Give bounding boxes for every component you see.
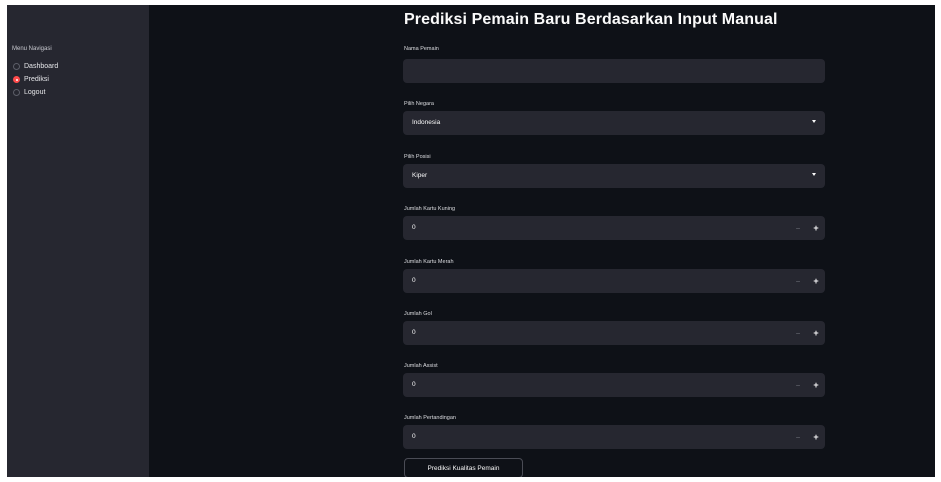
increment-button[interactable]: +	[807, 321, 825, 345]
increment-button[interactable]: +	[807, 216, 825, 240]
decrement-button[interactable]: −	[789, 321, 807, 345]
negara-select-value: Indonesia	[412, 119, 441, 126]
gol-value[interactable]: 0	[412, 329, 416, 336]
app-window: Menu Navigasi Dashboard Prediksi Logout …	[7, 5, 935, 477]
pertandingan-number-input[interactable]: 0 − +	[403, 425, 825, 449]
gol-label: Jumlah Gol	[404, 311, 432, 317]
nama-pemain-label: Nama Pemain	[404, 46, 439, 52]
gol-number-input[interactable]: 0 − +	[403, 321, 825, 345]
pertandingan-label: Jumlah Pertandingan	[404, 415, 456, 421]
decrement-button[interactable]: −	[789, 216, 807, 240]
increment-button[interactable]: +	[807, 425, 825, 449]
decrement-button[interactable]: −	[789, 425, 807, 449]
kartu-kuning-value[interactable]: 0	[412, 224, 416, 231]
sidebar-item-label: Dashboard	[24, 63, 59, 70]
sidebar-item-label: Prediksi	[24, 76, 49, 83]
radio-unchecked-icon[interactable]	[13, 89, 20, 96]
main-content: Prediksi Pemain Baru Berdasarkan Input M…	[401, 5, 826, 477]
kartu-merah-label: Jumlah Kartu Merah	[404, 259, 454, 265]
increment-button[interactable]: +	[807, 373, 825, 397]
sidebar-item-prediksi[interactable]: Prediksi	[13, 73, 58, 86]
posisi-select-value: Kiper	[412, 172, 428, 179]
kartu-merah-number-input[interactable]: 0 − +	[403, 269, 825, 293]
radio-checked-icon[interactable]	[13, 76, 20, 83]
nama-pemain-input[interactable]	[403, 59, 825, 83]
kartu-kuning-number-input[interactable]: 0 − +	[403, 216, 825, 240]
posisi-label: Pilih Posisi	[404, 154, 431, 160]
navigation-radio-group: Dashboard Prediksi Logout	[13, 60, 58, 99]
radio-unchecked-icon[interactable]	[13, 63, 20, 70]
chevron-down-icon	[812, 120, 816, 123]
sidebar: Menu Navigasi Dashboard Prediksi Logout	[7, 5, 149, 477]
posisi-select[interactable]: Kiper	[403, 164, 825, 188]
page-title: Prediksi Pemain Baru Berdasarkan Input M…	[404, 11, 778, 28]
chevron-down-icon	[812, 173, 816, 176]
negara-select[interactable]: Indonesia	[403, 111, 825, 135]
assist-label: Jumlah Assist	[404, 363, 438, 369]
kartu-merah-value[interactable]: 0	[412, 277, 416, 284]
sidebar-item-dashboard[interactable]: Dashboard	[13, 60, 58, 73]
sidebar-menu-title: Menu Navigasi	[12, 46, 52, 52]
pertandingan-value[interactable]: 0	[412, 433, 416, 440]
sidebar-item-label: Logout	[24, 89, 46, 96]
assist-value[interactable]: 0	[412, 381, 416, 388]
prediksi-kualitas-button[interactable]: Prediksi Kualitas Pemain	[404, 458, 523, 477]
decrement-button[interactable]: −	[789, 373, 807, 397]
sidebar-item-logout[interactable]: Logout	[13, 86, 58, 99]
kartu-kuning-label: Jumlah Kartu Kuning	[404, 206, 456, 212]
negara-label: Pilih Negara	[404, 101, 434, 107]
decrement-button[interactable]: −	[789, 269, 807, 293]
assist-number-input[interactable]: 0 − +	[403, 373, 825, 397]
increment-button[interactable]: +	[807, 269, 825, 293]
